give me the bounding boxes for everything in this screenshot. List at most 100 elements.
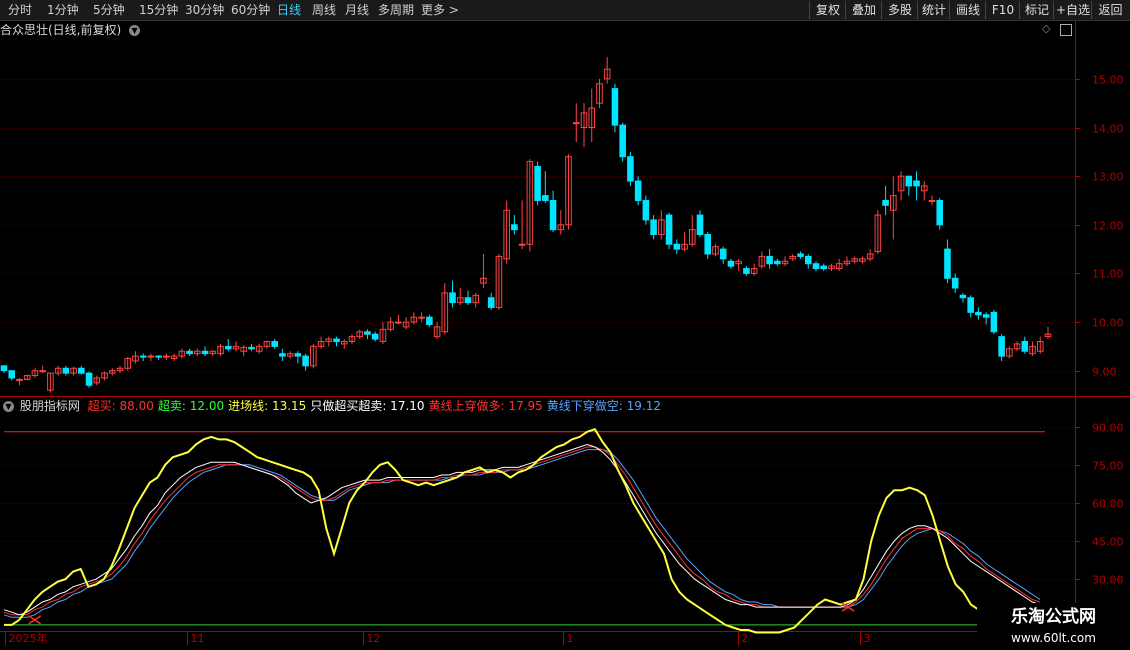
chevron-down-icon[interactable]: ▼ — [3, 401, 14, 412]
candle-body — [650, 219, 657, 236]
candle-body — [766, 255, 773, 265]
candle-body — [627, 156, 634, 182]
candle-body — [967, 297, 974, 313]
candle-body — [294, 353, 302, 357]
site-watermark: 乐淘公式网 www.60lt.com — [977, 603, 1130, 650]
price-tick-label: 11.00 — [1092, 268, 1124, 281]
candle-body — [673, 243, 681, 250]
candle-body — [913, 180, 920, 187]
x-tick-label: 12 — [367, 632, 381, 645]
grid-lines — [0, 79, 1075, 580]
candle-body — [62, 367, 70, 374]
candle-body — [719, 248, 727, 260]
candle-body — [518, 243, 526, 246]
candle-body — [464, 297, 472, 304]
candle-body — [186, 350, 193, 355]
candle-body — [449, 292, 456, 304]
candle-body — [743, 268, 750, 274]
candle-body — [279, 353, 286, 357]
candle-body — [882, 199, 889, 206]
candle-body — [696, 214, 704, 236]
candle-body — [487, 297, 495, 308]
candle-body — [727, 260, 735, 267]
candle-body — [511, 224, 518, 231]
watermark-title: 乐淘公式网 — [1011, 607, 1096, 627]
candle-body — [990, 311, 998, 333]
price-tick-label: 14.00 — [1092, 123, 1124, 136]
candlestick-series — [0, 57, 1052, 393]
candle-body — [975, 311, 982, 316]
candle-body — [534, 165, 541, 201]
indicator-tick-label: 75.00 — [1092, 460, 1124, 473]
candle-body — [426, 316, 433, 325]
candle-body — [665, 214, 673, 245]
indicator-tick-label: 45.00 — [1092, 536, 1124, 549]
candle-body — [139, 355, 147, 358]
candle-body — [549, 199, 557, 231]
indicator-values: 超买: 88.00 超卖: 12.00 进场线: 13.15 只做超买超卖: 17.1… — [88, 399, 665, 413]
candle-body — [147, 355, 155, 358]
x-tick-label: 3 — [864, 632, 871, 645]
x-tick-label: 11 — [191, 632, 205, 645]
candle-body — [704, 234, 712, 255]
candle-body — [0, 365, 8, 372]
price-tick-label: 13.00 — [1092, 171, 1124, 184]
indicator-header: ▼ 股朋指标网 超买: 88.00 超卖: 12.00 进场线: 13.15 只做超买… — [0, 398, 669, 414]
candle-body — [1021, 341, 1029, 352]
indicator-series — [3, 427, 1075, 634]
candle-body — [812, 263, 820, 270]
price-tick-label: 10.00 — [1092, 317, 1124, 330]
indicator-name: 股朋指标网 — [19, 399, 80, 413]
indicator-value-4: 黄线上穿做多: 17.95 — [428, 399, 543, 413]
indicator-tick-label: 30.00 — [1092, 574, 1124, 587]
candle-body — [928, 199, 936, 202]
candle-body — [619, 124, 626, 158]
candle-body — [642, 199, 650, 221]
indicator-value-5: 黄线下穿做空: 19.12 — [546, 399, 661, 413]
candle-body — [271, 341, 278, 347]
candle-body — [797, 253, 804, 257]
candle-body — [395, 321, 402, 324]
candle-body — [774, 260, 781, 265]
candle-body — [85, 372, 93, 386]
candle-body — [224, 345, 232, 350]
candle-body — [634, 180, 642, 201]
indicator-value-2: 进场线: 13.15 — [228, 399, 307, 413]
candle-body — [936, 199, 944, 226]
chart-frame — [0, 21, 1130, 650]
indicator-value-1: 超卖: 12.00 — [157, 399, 225, 413]
candle-body — [951, 277, 959, 289]
candle-body — [418, 316, 425, 319]
indicator-tick-label: 90.00 — [1092, 422, 1124, 435]
candle-body — [804, 255, 812, 265]
candle-body — [201, 350, 209, 355]
candle-body — [163, 355, 170, 358]
candle-body — [8, 370, 16, 379]
chart-canvas: 15.00 14.00 13.00 12.00 11.00 10.00 9.00 90.00 7… — [0, 21, 1130, 650]
axis-labels: 15.00 14.00 13.00 12.00 11.00 10.00 9.00 90.00 7… — [5, 74, 1124, 645]
price-tick-label: 12.00 — [1092, 220, 1124, 233]
x-tick-label: 1 — [567, 632, 574, 645]
candle-body — [982, 314, 990, 318]
price-tick-label: 15.00 — [1092, 74, 1124, 87]
candle-body — [248, 346, 255, 350]
x-tick-label: 2 — [742, 632, 749, 645]
series-line-0 — [4, 427, 1041, 634]
candle-body — [611, 88, 619, 126]
x-tick-label: 2025年 — [9, 631, 48, 645]
candle-body — [998, 336, 1005, 357]
watermark-url: www.60lt.com — [1011, 631, 1096, 645]
indicator-tick-label: 60.00 — [1092, 498, 1124, 511]
price-tick-label: 9.00 — [1092, 366, 1117, 379]
candle-body — [944, 248, 951, 279]
candle-body — [333, 338, 340, 343]
indicator-value-0: 超买: 88.00 — [87, 399, 154, 413]
candle-body — [16, 378, 23, 381]
candle-body — [820, 265, 828, 270]
candle-body — [542, 195, 549, 201]
candle-body — [572, 122, 580, 125]
candle-body — [959, 294, 967, 299]
candle-body — [155, 355, 162, 358]
candle-body — [364, 331, 371, 335]
candle-body — [905, 175, 913, 187]
